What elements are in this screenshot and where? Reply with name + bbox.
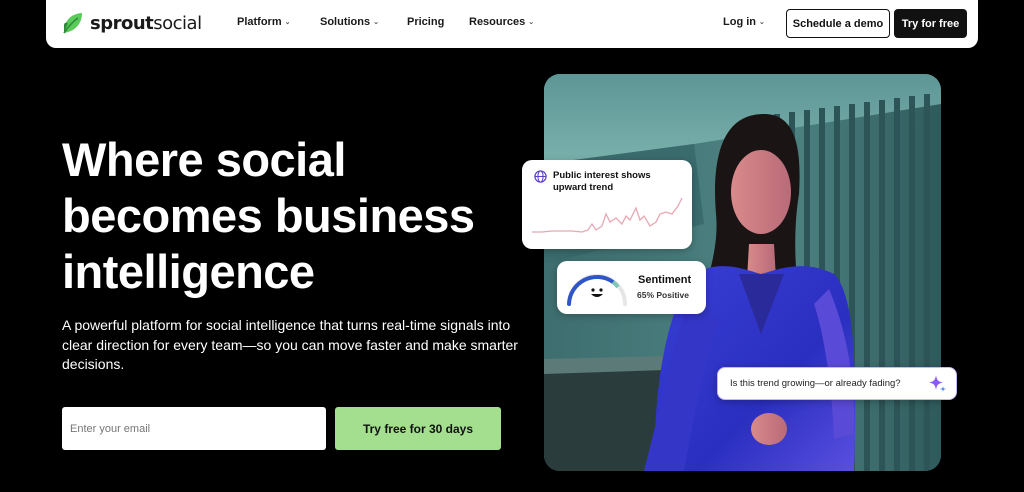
nav-solutions[interactable]: Solutions ⌄ [320,16,379,28]
nav-platform-label: Platform [237,16,282,28]
ai-question-chip[interactable]: Is this trend growing—or already fading? [717,367,957,400]
sentiment-gauge [567,274,627,306]
ai-question-text: Is this trend growing—or already fading? [730,378,901,389]
nav-solutions-label: Solutions [320,16,371,28]
try-for-free-button[interactable]: Try for free [894,9,967,38]
sprout-logo-icon [63,13,82,34]
trend-card-title: Public interest shows upward trend [553,170,651,193]
nav-resources-label: Resources [469,16,526,28]
headline-line-1: Where social [62,133,346,186]
globe-icon [534,170,547,183]
top-navigation: sproutsocial Platform ⌄ Solutions ⌄ Pric… [46,0,978,48]
sentiment-value: 65% Positive [637,290,689,300]
chevron-down-icon: ⌄ [759,19,765,26]
login-label: Log in [723,16,756,28]
sparkle-icon [929,375,946,392]
smiley-icon [591,288,603,297]
nav-platform[interactable]: Platform ⌄ [237,16,291,28]
trend-sparkline [532,197,683,233]
schedule-demo-button[interactable]: Schedule a demo [786,9,890,38]
try-free-30-days-button[interactable]: Try free for 30 days [335,407,501,450]
chevron-down-icon: ⌄ [373,19,379,26]
email-input[interactable] [62,407,326,450]
headline-line-2: becomes business [62,189,475,242]
nav-resources[interactable]: Resources ⌄ [469,16,534,28]
sentiment-card: Sentiment 65% Positive [557,261,706,314]
hero-subtext: A powerful platform for social intellige… [62,317,518,372]
chevron-down-icon: ⌄ [528,19,535,26]
trend-card: Public interest shows upward trend [522,160,692,249]
hero-headline: Where social becomes business intelligen… [62,132,532,300]
sprout-social-logo[interactable]: sproutsocial [62,11,202,35]
sentiment-title: Sentiment [638,274,692,286]
login-link[interactable]: Log in ⌄ [723,16,765,28]
nav-pricing-label: Pricing [407,16,445,28]
nav-pricing[interactable]: Pricing [407,16,444,28]
logo-wordmark: sproutsocial [90,12,202,34]
headline-line-3: intelligence [62,245,315,298]
chevron-down-icon: ⌄ [284,19,291,26]
